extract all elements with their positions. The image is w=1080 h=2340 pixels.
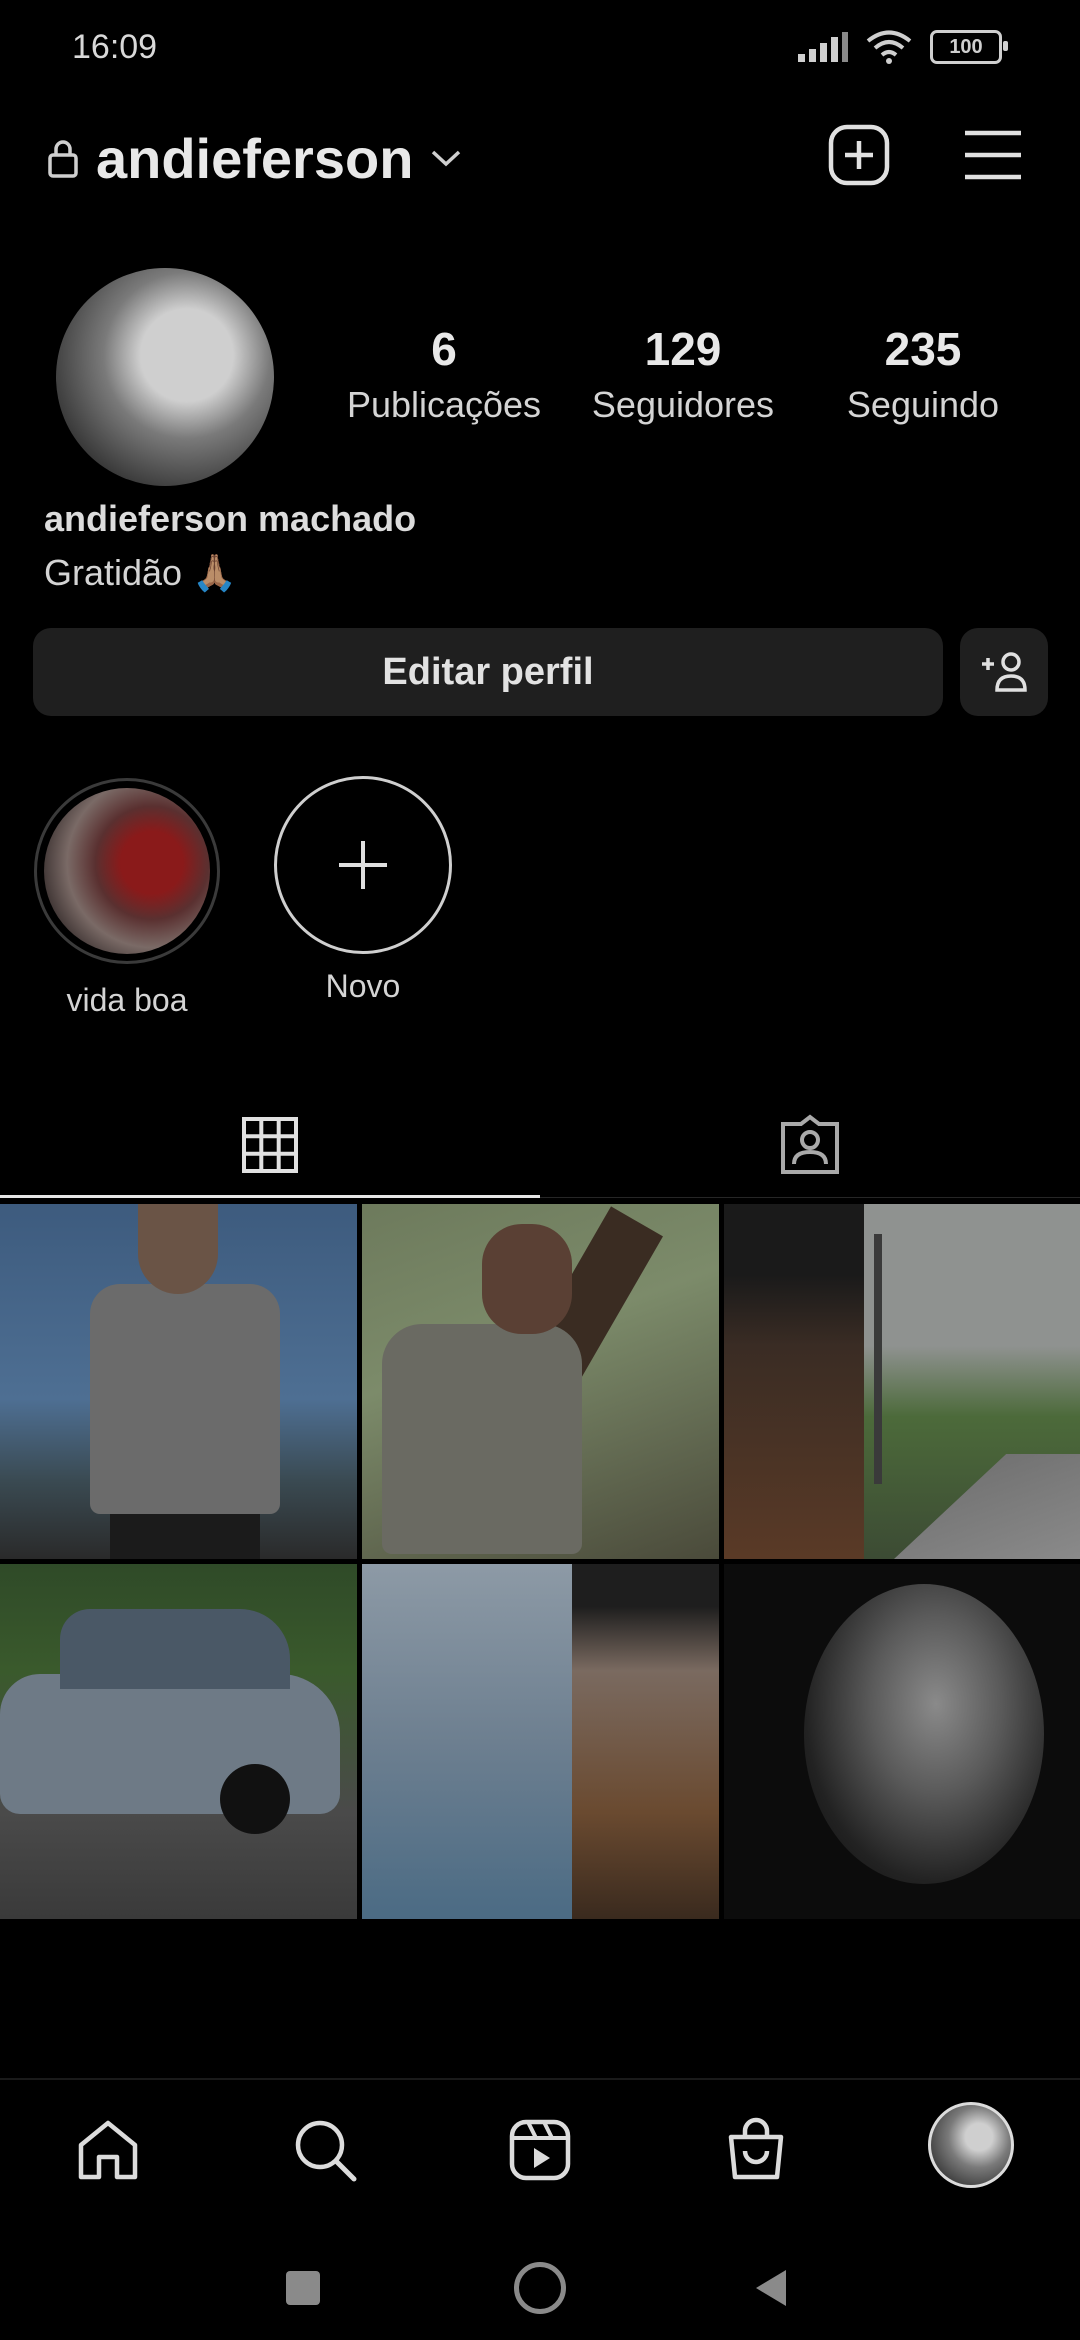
tab-divider <box>540 1197 1080 1198</box>
battery-indicator: 100 <box>930 30 1008 64</box>
signal-icon <box>798 32 848 62</box>
chevron-down-icon[interactable] <box>429 146 463 170</box>
reels-icon <box>509 2119 571 2181</box>
profile-header: andieferson <box>46 118 463 198</box>
status-time: 16:09 <box>72 28 158 66</box>
nav-home[interactable] <box>68 2110 148 2190</box>
recent-apps-button[interactable] <box>286 2271 320 2305</box>
bottom-navigation <box>0 2078 1080 2220</box>
add-person-icon <box>982 652 1027 692</box>
active-tab-indicator <box>0 1195 540 1198</box>
stat-count: 235 <box>884 323 962 375</box>
nav-search[interactable] <box>285 2110 365 2190</box>
bio: Gratidão 🙏🏽 <box>44 552 237 593</box>
status-icons: 100 <box>796 30 1008 64</box>
plus-square-icon <box>828 124 890 186</box>
wifi-icon <box>866 30 912 64</box>
username[interactable]: andieferson <box>96 126 413 191</box>
stat-followers[interactable]: 129 Seguidores <box>578 322 788 426</box>
stat-count: 6 <box>431 323 457 375</box>
back-button[interactable] <box>752 2268 790 2308</box>
post-thumbnail[interactable] <box>724 1564 1080 1919</box>
menu-button[interactable] <box>958 120 1028 190</box>
stat-posts[interactable]: 6 Publicações <box>336 322 552 426</box>
hamburger-menu-icon <box>965 130 1021 180</box>
highlight-ring <box>34 778 220 964</box>
posts-grid <box>0 1204 1080 1919</box>
home-system-button[interactable] <box>514 2262 566 2314</box>
highlight-label: vida boa <box>66 982 188 1018</box>
profile-tabs <box>0 1090 1080 1200</box>
post-thumbnail[interactable] <box>0 1564 357 1919</box>
grid-icon <box>242 1117 298 1173</box>
post-thumbnail[interactable] <box>0 1204 357 1559</box>
stat-label: Seguidores <box>591 384 775 425</box>
stat-label: Seguindo <box>846 384 1000 425</box>
lock-icon <box>48 140 78 178</box>
post-thumbnail[interactable] <box>362 1204 719 1559</box>
full-name: andieferson machado <box>44 498 417 539</box>
stat-following[interactable]: 235 Seguindo <box>828 322 1018 426</box>
nav-reels[interactable] <box>500 2110 580 2190</box>
new-post-button[interactable] <box>824 120 894 190</box>
new-highlight-circle <box>274 776 452 954</box>
stat-label: Publicações <box>346 384 542 425</box>
profile-avatar[interactable] <box>56 268 274 486</box>
search-icon <box>295 2120 357 2182</box>
edit-profile-button[interactable]: Editar perfil <box>33 628 943 716</box>
tab-tagged[interactable] <box>540 1090 1080 1200</box>
nav-shop[interactable] <box>716 2110 796 2190</box>
highlight-new[interactable]: Novo <box>268 776 458 1005</box>
post-thumbnail[interactable] <box>362 1564 719 1919</box>
post-thumbnail[interactable] <box>724 1204 1080 1559</box>
discover-people-button[interactable] <box>960 628 1048 716</box>
home-icon <box>78 2120 138 2180</box>
nav-profile-avatar[interactable] <box>928 2102 1014 2188</box>
tagged-person-icon <box>781 1114 839 1174</box>
shop-bag-icon <box>728 2117 784 2180</box>
highlight-label: Novo <box>325 968 401 1004</box>
tab-grid[interactable] <box>0 1090 540 1200</box>
plus-icon <box>339 841 387 889</box>
stat-count: 129 <box>644 323 722 375</box>
highlight-vida-boa[interactable]: vida boa <box>32 778 222 1019</box>
highlight-cover <box>44 788 210 954</box>
system-navigation <box>0 2230 1080 2340</box>
